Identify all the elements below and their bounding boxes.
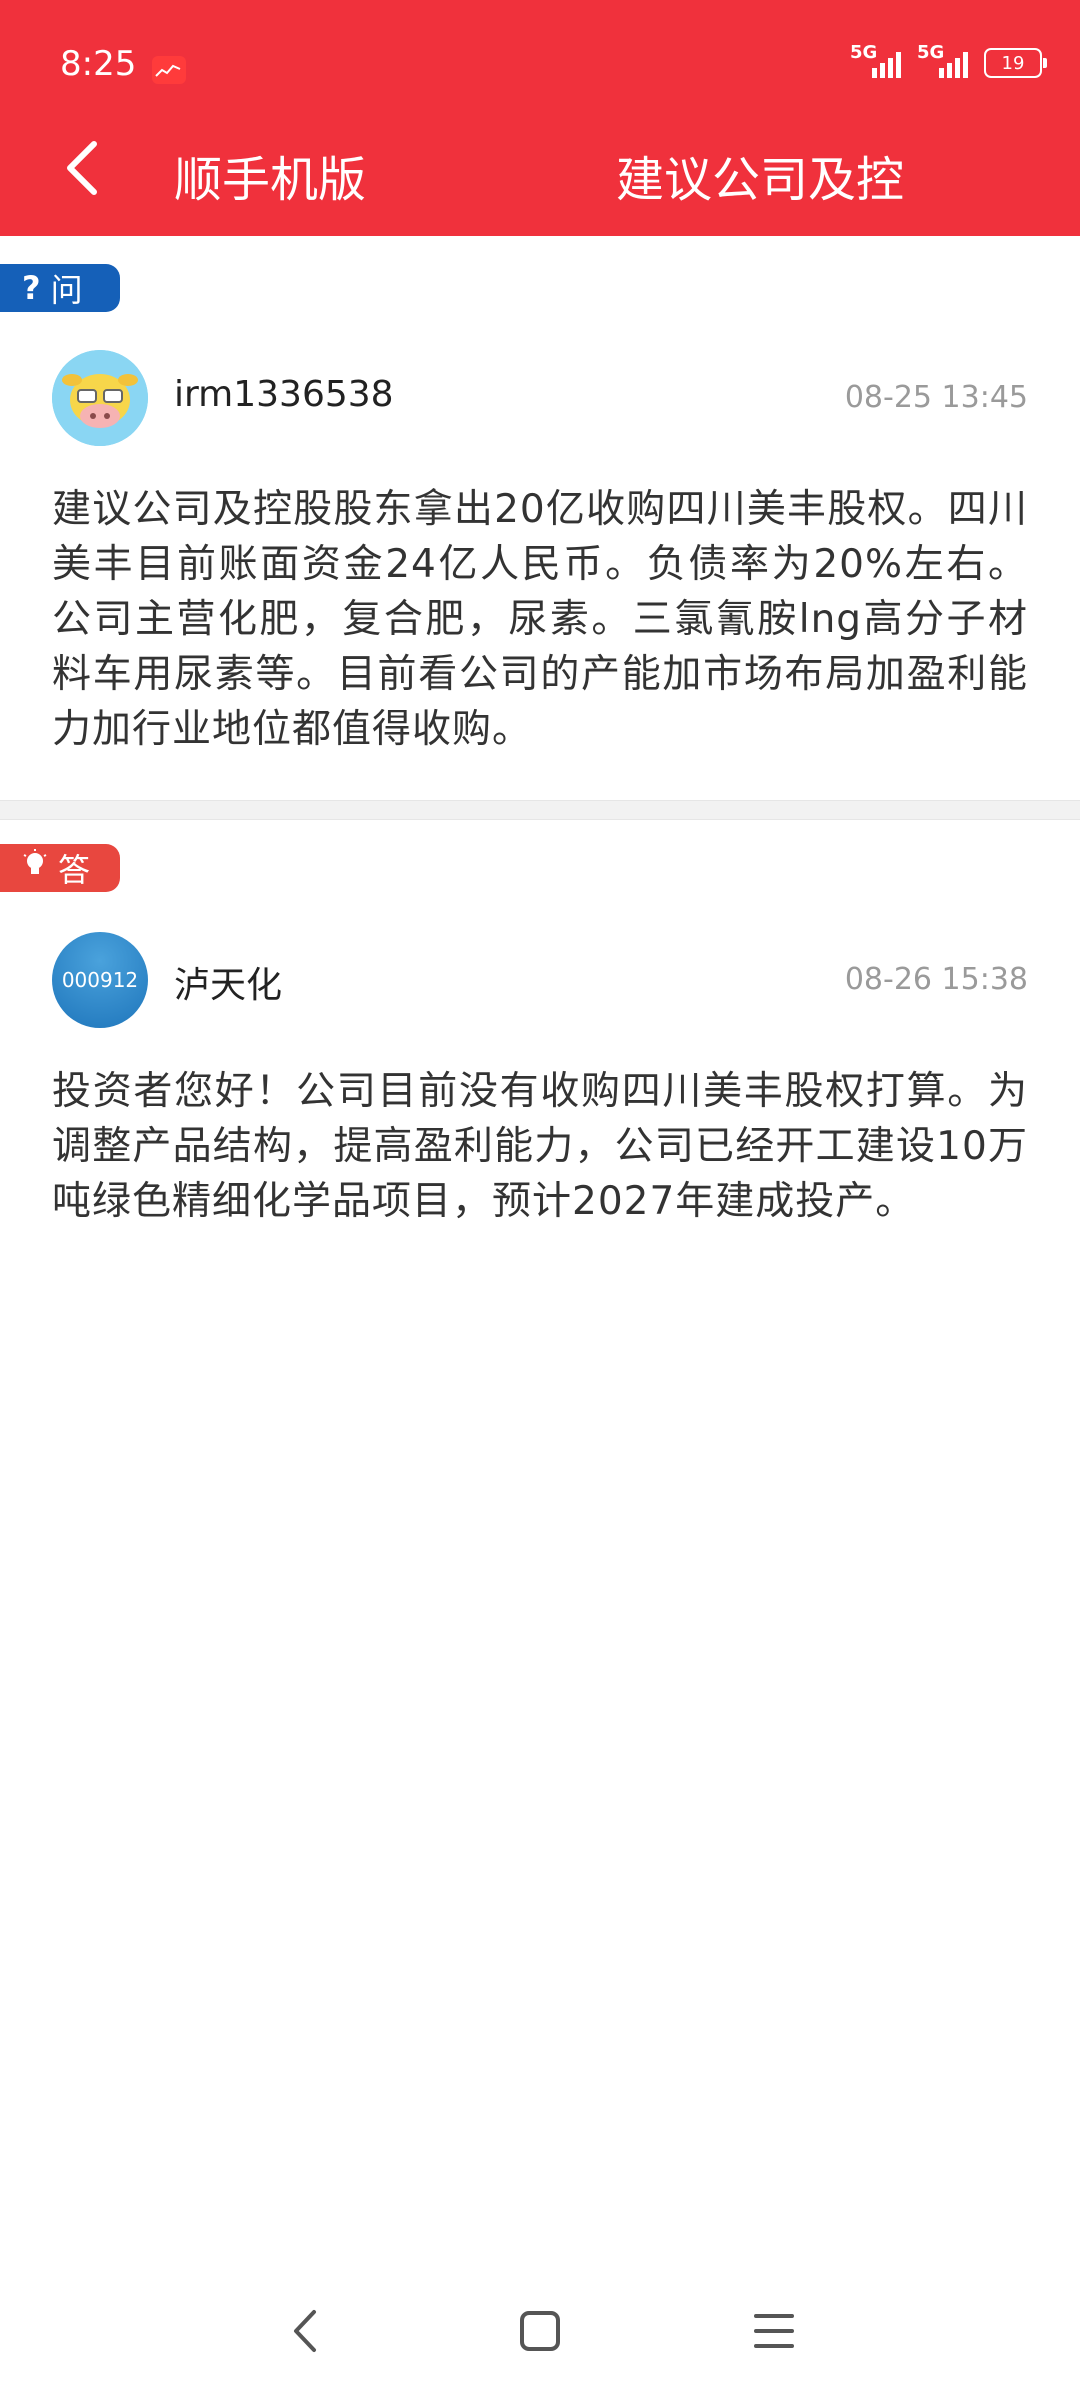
avatar[interactable] — [52, 350, 148, 446]
back-button[interactable] — [56, 136, 116, 200]
nav-home-button[interactable] — [518, 2306, 562, 2360]
company-avatar-code: 000912 — [61, 968, 139, 992]
answer-text: 投资者您好！公司目前没有收购四川美丰股权打算。为调整产品结构，提高盈利能力，公司… — [52, 1069, 1028, 1224]
nav-menu-icon — [754, 2314, 794, 2348]
cartoon-cow-avatar-icon — [52, 350, 148, 446]
nav-back-button[interactable] — [286, 2306, 326, 2360]
question-badge: ? 问 — [0, 264, 120, 312]
question-username[interactable]: irm1336538 — [174, 374, 394, 415]
battery-level: 19 — [1001, 52, 1025, 74]
answer-badge: 答 — [0, 844, 120, 892]
question-mark-icon: ? — [22, 269, 41, 307]
answer-badge-label: 答 — [58, 851, 91, 889]
header-bar: 8:25 5G 5G 19 顺手机版 建议公司及控 — [0, 0, 1080, 236]
answer-username[interactable]: 泸天化 — [174, 956, 282, 1008]
answer-timestamp: 08-26 15:38 — [844, 962, 1028, 997]
nav-title: 顺手机版 — [174, 152, 367, 208]
stock-app-icon — [152, 56, 186, 84]
page-title: 建议公司及控 — [616, 152, 905, 208]
battery-icon: 19 — [984, 48, 1047, 78]
system-navigation-bar — [0, 2296, 1080, 2376]
nav-home-icon — [520, 2311, 560, 2351]
company-avatar[interactable]: 000912 — [52, 932, 148, 1028]
nav-back-icon — [294, 2310, 316, 2352]
status-time: 8:25 — [60, 44, 137, 84]
section-divider — [0, 800, 1080, 820]
question-badge-label: 问 — [50, 271, 83, 309]
question-text: 建议公司及控股股东拿出20亿收购四川美丰股权。四川美丰目前账面资金24亿人民币。… — [52, 487, 1028, 752]
nav-menu-button[interactable] — [752, 2306, 796, 2360]
status-indicators: 5G 5G 19 — [850, 42, 1047, 78]
lightbulb-icon — [22, 849, 48, 887]
signal-icon: 5G — [917, 42, 968, 78]
chevron-left-icon — [67, 141, 97, 195]
signal-icon: 5G — [850, 42, 901, 78]
question-timestamp: 08-25 13:45 — [844, 380, 1028, 415]
